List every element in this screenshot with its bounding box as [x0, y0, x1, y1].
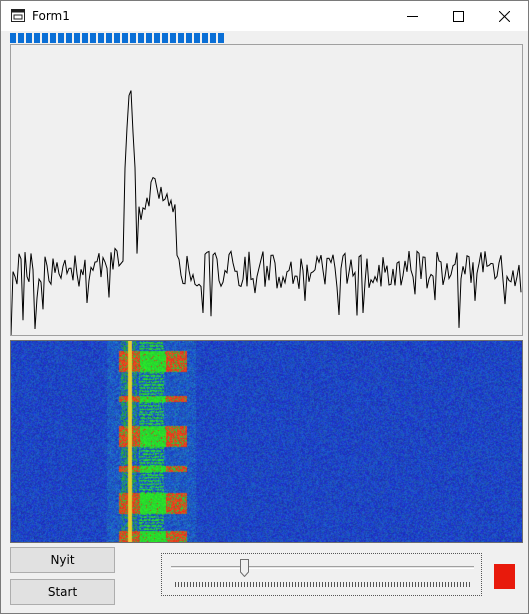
- window-title: Form1: [32, 9, 70, 23]
- maximize-icon: [453, 11, 464, 22]
- slider-ticks: [175, 582, 470, 587]
- frequency-slider[interactable]: [161, 553, 482, 596]
- open-button[interactable]: Nyit: [10, 547, 115, 573]
- close-icon: [499, 11, 510, 22]
- slider-track[interactable]: [171, 566, 474, 569]
- spectrum-trace: [10, 90, 522, 336]
- start-button[interactable]: Start: [10, 579, 115, 605]
- waterfall-display: [10, 340, 523, 543]
- form-app-icon: [11, 9, 25, 22]
- main-window: Form1 Nyit Start: [0, 0, 529, 614]
- maximize-button[interactable]: [436, 1, 482, 31]
- status-indicator: [494, 564, 515, 589]
- minimize-icon: [407, 16, 418, 17]
- title-bar[interactable]: Form1: [1, 1, 528, 31]
- minimize-button[interactable]: [390, 1, 436, 31]
- slider-thumb[interactable]: [239, 559, 249, 577]
- spectrum-display: [10, 44, 523, 336]
- progress-bar: [10, 33, 224, 43]
- close-button[interactable]: [482, 1, 528, 31]
- waterfall-canvas: [11, 341, 522, 542]
